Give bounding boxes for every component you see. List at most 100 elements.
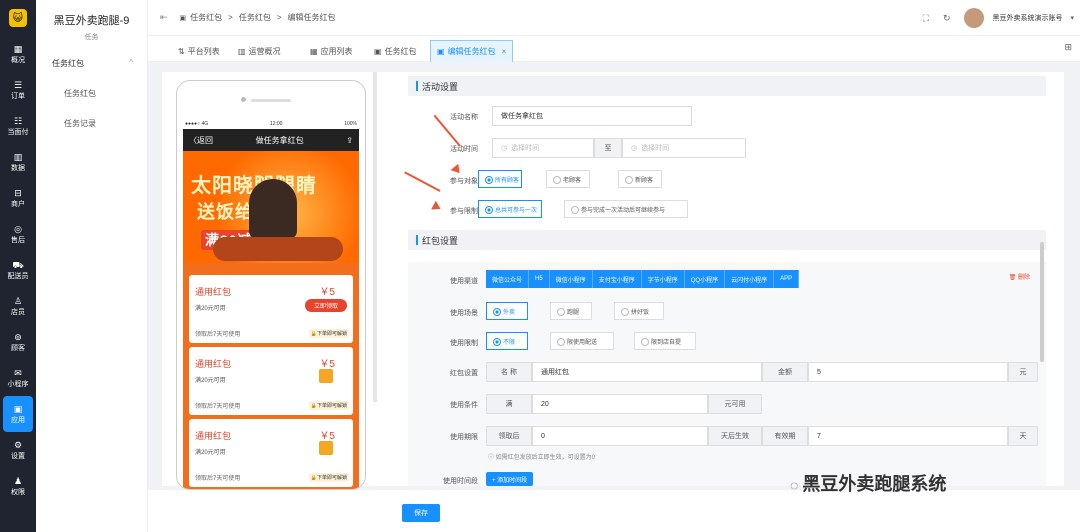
radio-restrict-pickup[interactable]: 限到店自提 xyxy=(634,332,696,350)
watermark: ◌ 黑豆外卖跑腿系统 xyxy=(790,470,946,496)
amount-input[interactable]: 5 xyxy=(808,362,1008,382)
carrier: ●●●●○ 4G xyxy=(185,121,209,127)
user-name[interactable]: 黑豆外卖系统演示账号 xyxy=(992,13,1062,23)
redpack-name-input[interactable]: 通用红包 xyxy=(532,362,762,382)
nav-label: 顾客 xyxy=(11,344,25,352)
nav-item[interactable]: ♟ 权限 xyxy=(0,468,36,504)
activity-name-input[interactable]: 做任务拿红包 xyxy=(492,106,692,126)
nav-item[interactable]: ▥ 数据 xyxy=(0,144,36,180)
channel-wechat-mp[interactable]: 微信公众号 xyxy=(486,270,530,288)
tab-edit-task-redpack[interactable]: ▣ 编辑任务红包 × xyxy=(430,40,514,62)
nav-icon: ◎ xyxy=(14,223,22,234)
channel-h5[interactable]: H5 xyxy=(529,270,550,288)
phone-status-bar: ●●●●○ 4G 12:00 100% xyxy=(185,121,357,129)
nav-item[interactable]: ☷ 当面付 xyxy=(0,108,36,144)
coupon-list: 通用红包 ￥5 满20元可用 立即领取 领取后7天可使用 🔒下单即可解锁 通用红… xyxy=(183,263,359,489)
channel-qq-mini[interactable]: QQ小程序 xyxy=(684,270,726,288)
radio-repeatable[interactable]: 参与完成一次活动后可继续参与 xyxy=(564,200,688,218)
effective-after-input[interactable]: 0 xyxy=(532,426,708,446)
channel-unionpay-mini[interactable]: 云闪付小程序 xyxy=(725,270,775,288)
form-scrollbar[interactable] xyxy=(1040,242,1044,362)
nav-item[interactable]: ⊚ 顾客 xyxy=(0,324,36,360)
nav-item[interactable]: ▦ 概况 xyxy=(0,36,36,72)
radio-restrict-delivery[interactable]: 限使用配送 xyxy=(550,332,614,350)
tab-icon: ▦ xyxy=(310,46,318,56)
nav-item[interactable]: ☰ 订单 xyxy=(0,72,36,108)
breadcrumb: ▣ 任务红包 > 任务红包 > 编辑任务红包 xyxy=(180,12,336,23)
banner-food-image xyxy=(213,237,343,261)
close-icon[interactable]: × xyxy=(502,47,507,56)
start-time-picker[interactable]: ◷ 选择时间 xyxy=(492,138,594,158)
delete-button[interactable]: 🗑 删除 xyxy=(1009,272,1030,281)
radio-restrict-none[interactable]: 不限 xyxy=(486,332,528,350)
channel-button-group: 微信公众号 H5 微信小程序 支付宝小程序 字节小程序 QQ小程序 云闪付小程序… xyxy=(486,270,800,288)
tab-icon: ▣ xyxy=(437,47,445,56)
preview-scrollbar[interactable] xyxy=(373,72,377,402)
field-label: 使用条件 xyxy=(450,402,478,409)
radio-scene-takeout[interactable]: 外卖 xyxy=(486,302,528,320)
nav-icon: ▦ xyxy=(13,43,23,54)
radio-scene-group-meal[interactable]: 拼好饭 xyxy=(614,302,664,320)
field-label: 红包设置 xyxy=(450,370,478,377)
tab-operations[interactable]: ▥ 运营概况 xyxy=(232,40,287,62)
sub-item-task-redpack[interactable]: 任务红包 xyxy=(36,88,147,99)
share-icon[interactable]: ⇪ xyxy=(346,136,353,145)
tab-app-list[interactable]: ▦ 应用列表 xyxy=(304,40,359,62)
phone-preview: ●●●●○ 4G 12:00 100% 〈返回 做任务拿红包 ⇪ 太阳晓腿腿睛 … xyxy=(176,80,374,490)
tab-platform-list[interactable]: ⇅ 平台列表 xyxy=(172,40,226,62)
chevron-down-icon[interactable]: ▾ xyxy=(1070,14,1074,22)
refresh-icon[interactable]: ↻ xyxy=(943,13,951,24)
tab-icon: ▥ xyxy=(238,46,246,56)
breadcrumb-item[interactable]: 任务红包 xyxy=(190,12,222,23)
channel-alipay-mini[interactable]: 支付宝小程序 xyxy=(592,270,642,288)
nav-item[interactable]: ◎ 售后 xyxy=(0,216,36,252)
nav-item[interactable]: ⊟ 商户 xyxy=(0,180,36,216)
radio-scene-errand[interactable]: 跑腿 xyxy=(550,302,592,320)
avatar[interactable] xyxy=(964,8,985,28)
menu-group-task-redpack[interactable]: 任务红包 ^ xyxy=(36,58,147,69)
coupon-value: ￥5 xyxy=(319,431,335,442)
period-note: ⓘ 如需红包发放后立即生效，可设置为0 xyxy=(488,455,596,461)
nav-item[interactable]: ✉ 小程序 xyxy=(0,360,36,396)
channel-app[interactable]: APP xyxy=(774,270,800,288)
nav-label: 当面付 xyxy=(7,128,29,136)
collapse-menu-icon[interactable]: ⇤ xyxy=(160,12,168,23)
condition-addon: 满 xyxy=(486,394,532,414)
save-button[interactable]: 保存 xyxy=(402,504,440,522)
sub-item-task-records[interactable]: 任务记录 xyxy=(36,118,147,129)
nav-item[interactable]: ♙ 店员 xyxy=(0,288,36,324)
tab-task-redpack[interactable]: ▣ 任务红包 xyxy=(368,40,423,62)
coupon-desc: 满20元可用 xyxy=(195,450,226,456)
breadcrumb-item[interactable]: 任务红包 xyxy=(239,12,271,23)
end-time-picker[interactable]: ◷ 选择时间 xyxy=(622,138,746,158)
channel-bytedance-mini[interactable]: 字节小程序 xyxy=(641,270,685,288)
valid-unit: 天 xyxy=(1008,426,1038,446)
condition-input[interactable]: 20 xyxy=(532,394,708,414)
coupon-title: 通用红包 xyxy=(195,287,232,297)
channel-wechat-mini[interactable]: 微信小程序 xyxy=(549,270,593,288)
radio-once-total[interactable]: 总共可参与一次 xyxy=(478,200,542,218)
claim-button[interactable]: 立即领取 xyxy=(305,299,347,312)
app-logo[interactable]: 😺 xyxy=(0,0,36,36)
fullscreen-icon[interactable]: ⛶ xyxy=(923,13,929,24)
nav-item[interactable]: ⚙ 设置 xyxy=(0,432,36,468)
nav-label: 商户 xyxy=(11,200,25,208)
tab-icon: ⇅ xyxy=(178,46,185,56)
nav-label: 权限 xyxy=(11,488,25,496)
radio-all-customers[interactable]: 所有顾客 xyxy=(478,170,522,188)
back-button[interactable]: 〈返回 xyxy=(189,135,213,146)
lock-icon xyxy=(319,369,333,383)
nav-item[interactable]: ⛟ 配送员 xyxy=(0,252,36,288)
tab-label: 应用列表 xyxy=(320,46,353,56)
tabs-bar: ⇅ 平台列表 ▥ 运营概况 ▦ 应用列表 ▣ 任务红包 ▣ 编辑任务红包 × ⊞ xyxy=(148,36,1080,62)
bottom-action-bar xyxy=(148,490,1080,532)
grid-menu-icon[interactable]: ⊞ xyxy=(1064,42,1072,53)
breadcrumb-separator: > xyxy=(276,13,282,22)
radio-old-customers[interactable]: 老顾客 xyxy=(546,170,590,188)
lock-icon xyxy=(319,441,333,455)
nav-item[interactable]: ▣ 应用 xyxy=(3,396,33,432)
valid-days-input[interactable]: 7 xyxy=(808,426,1008,446)
main-content: ●●●●○ 4G 12:00 100% 〈返回 做任务拿红包 ⇪ 太阳晓腿腿睛 … xyxy=(162,72,1064,490)
add-timeslot-button[interactable]: + 添加时间段 xyxy=(486,472,534,486)
radio-new-customers[interactable]: 新顾客 xyxy=(618,170,662,188)
